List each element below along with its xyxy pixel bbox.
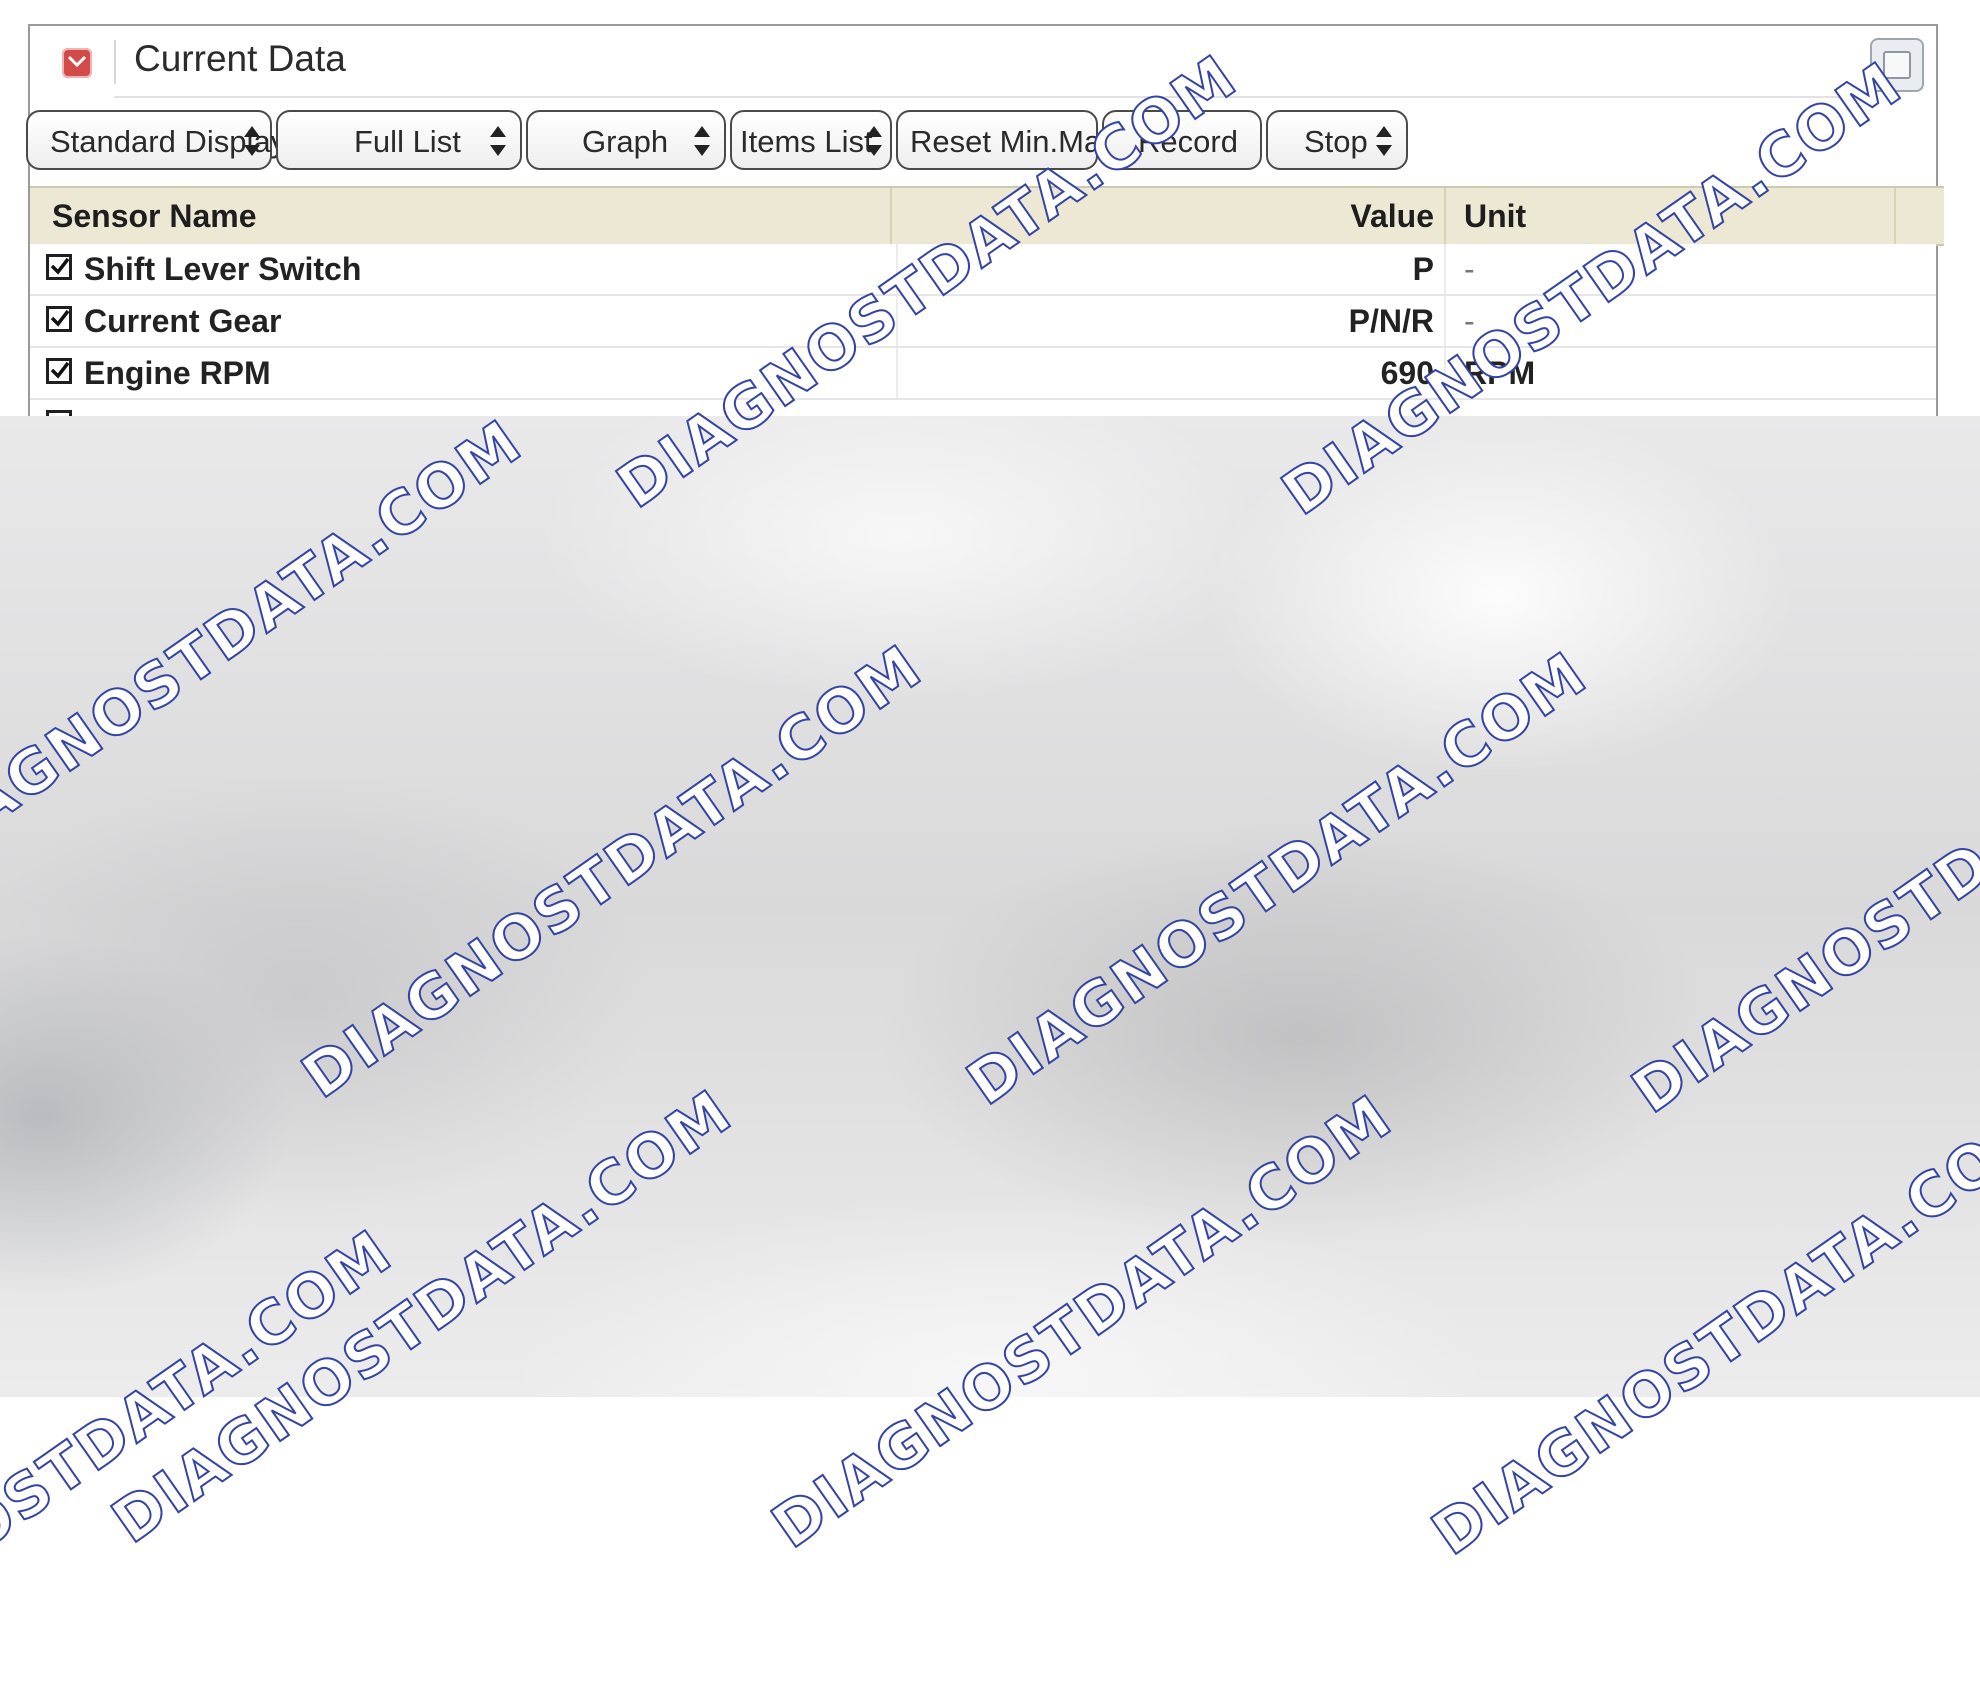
column-header-value[interactable]: Value [1350, 198, 1434, 235]
graph-select[interactable]: Graph [526, 110, 726, 170]
full-list-label: Full List [354, 124, 461, 159]
standard-display-select[interactable]: Standard Display [26, 110, 286, 170]
title-divider [114, 40, 116, 84]
row-checkbox[interactable] [46, 358, 72, 384]
stop-label: Stop [1304, 124, 1368, 159]
cell-divider [1444, 296, 1446, 346]
row-checkbox[interactable] [46, 254, 72, 280]
select-arrows-icon [490, 126, 506, 156]
column-divider[interactable] [1444, 188, 1446, 244]
select-arrows-icon [866, 126, 882, 156]
select-arrows-icon [694, 126, 710, 156]
cell-divider [1444, 244, 1446, 294]
sensor-value: P [1412, 251, 1434, 287]
column-divider[interactable] [890, 188, 892, 244]
column-header-sensor-name[interactable]: Sensor Name [52, 198, 257, 235]
chevron-down-icon [68, 55, 86, 68]
full-list-select[interactable]: Full List [276, 110, 522, 170]
checkmark-icon [50, 257, 70, 275]
cell-divider [896, 348, 898, 398]
window-title: Current Data [134, 38, 346, 79]
column-header-unit[interactable]: Unit [1464, 198, 1526, 235]
graph-label: Graph [582, 124, 669, 159]
checkmark-icon [50, 361, 70, 379]
sensor-name: Engine RPM [84, 355, 271, 391]
sensor-name: Shift Lever Switch [84, 251, 362, 287]
sensor-unit: - [1464, 251, 1475, 287]
table-row[interactable]: Engine RPM 690 RPM [30, 348, 1936, 400]
sensor-name: Current Gear [84, 303, 282, 339]
title-bar: Current Data [30, 26, 1936, 98]
column-divider[interactable] [1894, 188, 1896, 244]
title-underline [114, 96, 1844, 98]
table-row[interactable]: Current Gear P/N/R - [30, 296, 1936, 348]
toolbar: Standard Display Full List Graph Items L… [26, 110, 1936, 176]
select-arrows-icon [244, 126, 260, 156]
app-icon[interactable] [62, 48, 92, 78]
items-list-label: Items List [740, 124, 873, 159]
row-checkbox[interactable] [46, 306, 72, 332]
sensor-value: P/N/R [1348, 303, 1434, 339]
checkmark-icon [50, 309, 70, 327]
stop-select[interactable]: Stop [1266, 110, 1408, 170]
select-arrows-icon [1376, 126, 1392, 156]
items-list-select[interactable]: Items List [730, 110, 892, 170]
